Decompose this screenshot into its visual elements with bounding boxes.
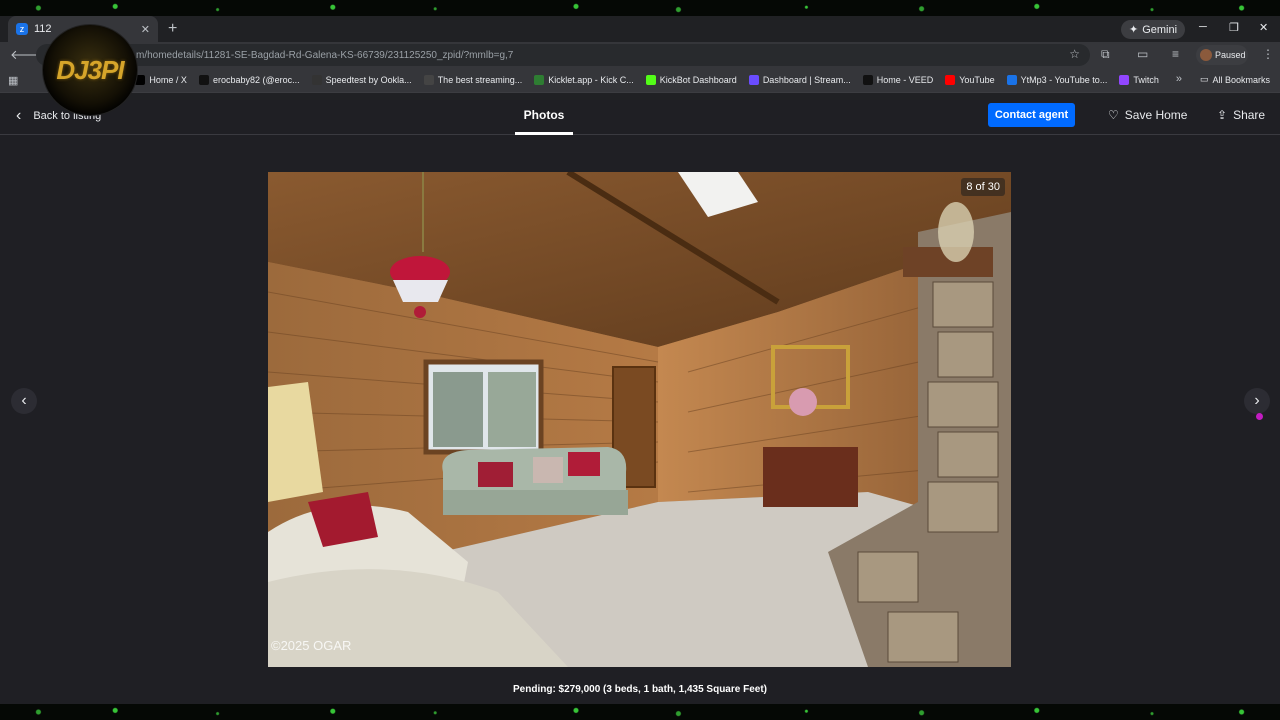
bookmarks-overflow-icon[interactable]: » [1176,73,1182,85]
share-icon: ⇪ [1217,108,1228,122]
living-room-photo [268,172,1011,667]
bookmark-item[interactable]: The best streaming... [423,75,523,85]
bookmark-label: Twitch [1133,75,1159,85]
photo-watermark: ©2025 OGAR [271,638,352,653]
speedtest-icon [311,75,322,85]
minimize-button[interactable]: ─ [1199,21,1207,33]
desktop-glitter-bottom [0,704,1280,720]
bookmark-list: KickHome / Xerocbaby82 (@eroc...Speedtes… [92,75,1170,85]
bookmark-label: YouTube [959,75,995,85]
tab-photos[interactable]: Photos [515,100,573,135]
ytmp3-icon [1006,75,1017,85]
desktop-glitter-top [0,0,1280,16]
bookmark-label: Home - VEED [876,75,934,85]
chevron-left-icon: ‹ [16,107,22,124]
bookmark-label: Speedtest by Ookla... [325,75,412,85]
heart-icon: ♡ [1108,108,1119,122]
bookmark-label: Kicklet.app - Kick C... [548,75,634,85]
tab-close-icon[interactable]: ✕ [141,23,150,36]
bookmark-item[interactable]: YouTube [945,75,995,85]
logo-text: DJ3PI [56,54,124,85]
gemini-button[interactable]: ✦ Gemini [1121,20,1186,39]
kebab-menu-icon[interactable]: ⋮ [1262,47,1274,61]
zillow-favicon-icon: z [16,23,28,35]
tiktok-icon [198,75,209,85]
diamond-icon [423,75,434,85]
kicklet-icon [534,75,545,85]
profile-button[interactable]: Paused [1196,45,1248,65]
bookmark-label: Dashboard | Stream... [762,75,851,85]
streamer-logo: DJ3PI [42,24,138,116]
bookmark-item[interactable]: Dashboard | Stream... [748,75,851,85]
bookmark-item[interactable]: Home / X [135,75,187,85]
bookmark-item[interactable]: YtMp3 - YouTube to... [1006,75,1108,85]
restore-button[interactable]: ❐ [1229,21,1239,34]
address-bar[interactable]: m/homedetails/11281-SE-Bagdad-Rd-Galena-… [36,44,1090,66]
new-tab-button[interactable]: + [168,20,177,38]
profile-status: Paused [1215,50,1246,60]
contact-agent-button[interactable]: Contact agent [988,103,1075,127]
share-button[interactable]: ⇪ Share [1217,108,1265,122]
sparkle-icon: ✦ [1129,24,1139,36]
apps-grid-icon[interactable]: ▦ [8,74,18,87]
tab-strip: z 112 ✕ + ✦ Gemini ─ ❐ ✕ [0,16,1280,42]
url-text: m/homedetails/11281-SE-Bagdad-Rd-Galena-… [136,49,514,61]
folder-icon: ▭ [1199,74,1209,84]
bookmark-label: The best streaming... [437,75,523,85]
bookmark-label: erocbaby82 (@eroc... [212,75,300,85]
bookmarks-bar: ▦ KickHome / Xerocbaby82 (@eroc...Speedt… [0,68,1280,93]
save-label: Save Home [1124,108,1188,122]
all-bookmarks-button[interactable]: ▭ All Bookmarks [1200,74,1270,85]
viewer-header: ‹ Back to listing Photos Contact agent ♡… [0,100,1280,135]
bookmark-item[interactable]: Speedtest by Ookla... [311,75,412,85]
avatar [1200,49,1212,61]
bookmark-item[interactable]: Home - VEED [862,75,934,85]
listing-caption: Pending: $279,000 (3 beds, 1 bath, 1,435… [513,684,767,695]
save-home-button[interactable]: ♡ Save Home [1108,108,1187,122]
bookmark-item[interactable]: Kicklet.app - Kick C... [534,75,634,85]
bookmark-item[interactable]: erocbaby82 (@eroc... [198,75,300,85]
twitch-icon [1119,75,1130,85]
sl-icon [748,75,759,85]
address-toolbar: 🡐 m/homedetails/11281-SE-Bagdad-Rd-Galen… [0,42,1280,68]
listing-photo[interactable]: 8 of 30 ©2025 OGAR [268,172,1011,667]
bookmark-label: YtMp3 - YouTube to... [1020,75,1108,85]
window-close-button[interactable]: ✕ [1259,21,1268,34]
kickbot-icon [645,75,656,85]
photo-counter: 8 of 30 [961,178,1005,196]
bookmark-label: Home / X [149,75,187,85]
photo-viewer: ‹ Back to listing Photos Contact agent ♡… [0,100,1280,704]
next-photo-button[interactable]: › [1244,388,1270,414]
cast-icon[interactable]: ▭ [1137,47,1148,61]
bookmark-star-icon[interactable]: ☆ [1069,47,1080,61]
share-label: Share [1233,108,1266,122]
browser-window: z 112 ✕ + ✦ Gemini ─ ❐ ✕ 🡐 m/homedetails… [0,16,1280,704]
previous-photo-button[interactable]: ‹ [11,388,37,414]
bookmark-item[interactable]: KickBot Dashboard [645,75,737,85]
mouse-cursor-indicator [1256,413,1263,420]
bookmark-label: KickBot Dashboard [659,75,737,85]
youtube-icon [945,75,956,85]
bookmark-item[interactable]: Twitch [1119,75,1159,85]
veed-icon [862,75,873,85]
gemini-label: Gemini [1142,23,1178,36]
extensions-icon[interactable]: ⧉ [1101,47,1110,62]
media-controls-icon[interactable]: ≡ [1172,47,1179,61]
all-bookmarks-label: All Bookmarks [1212,74,1270,85]
